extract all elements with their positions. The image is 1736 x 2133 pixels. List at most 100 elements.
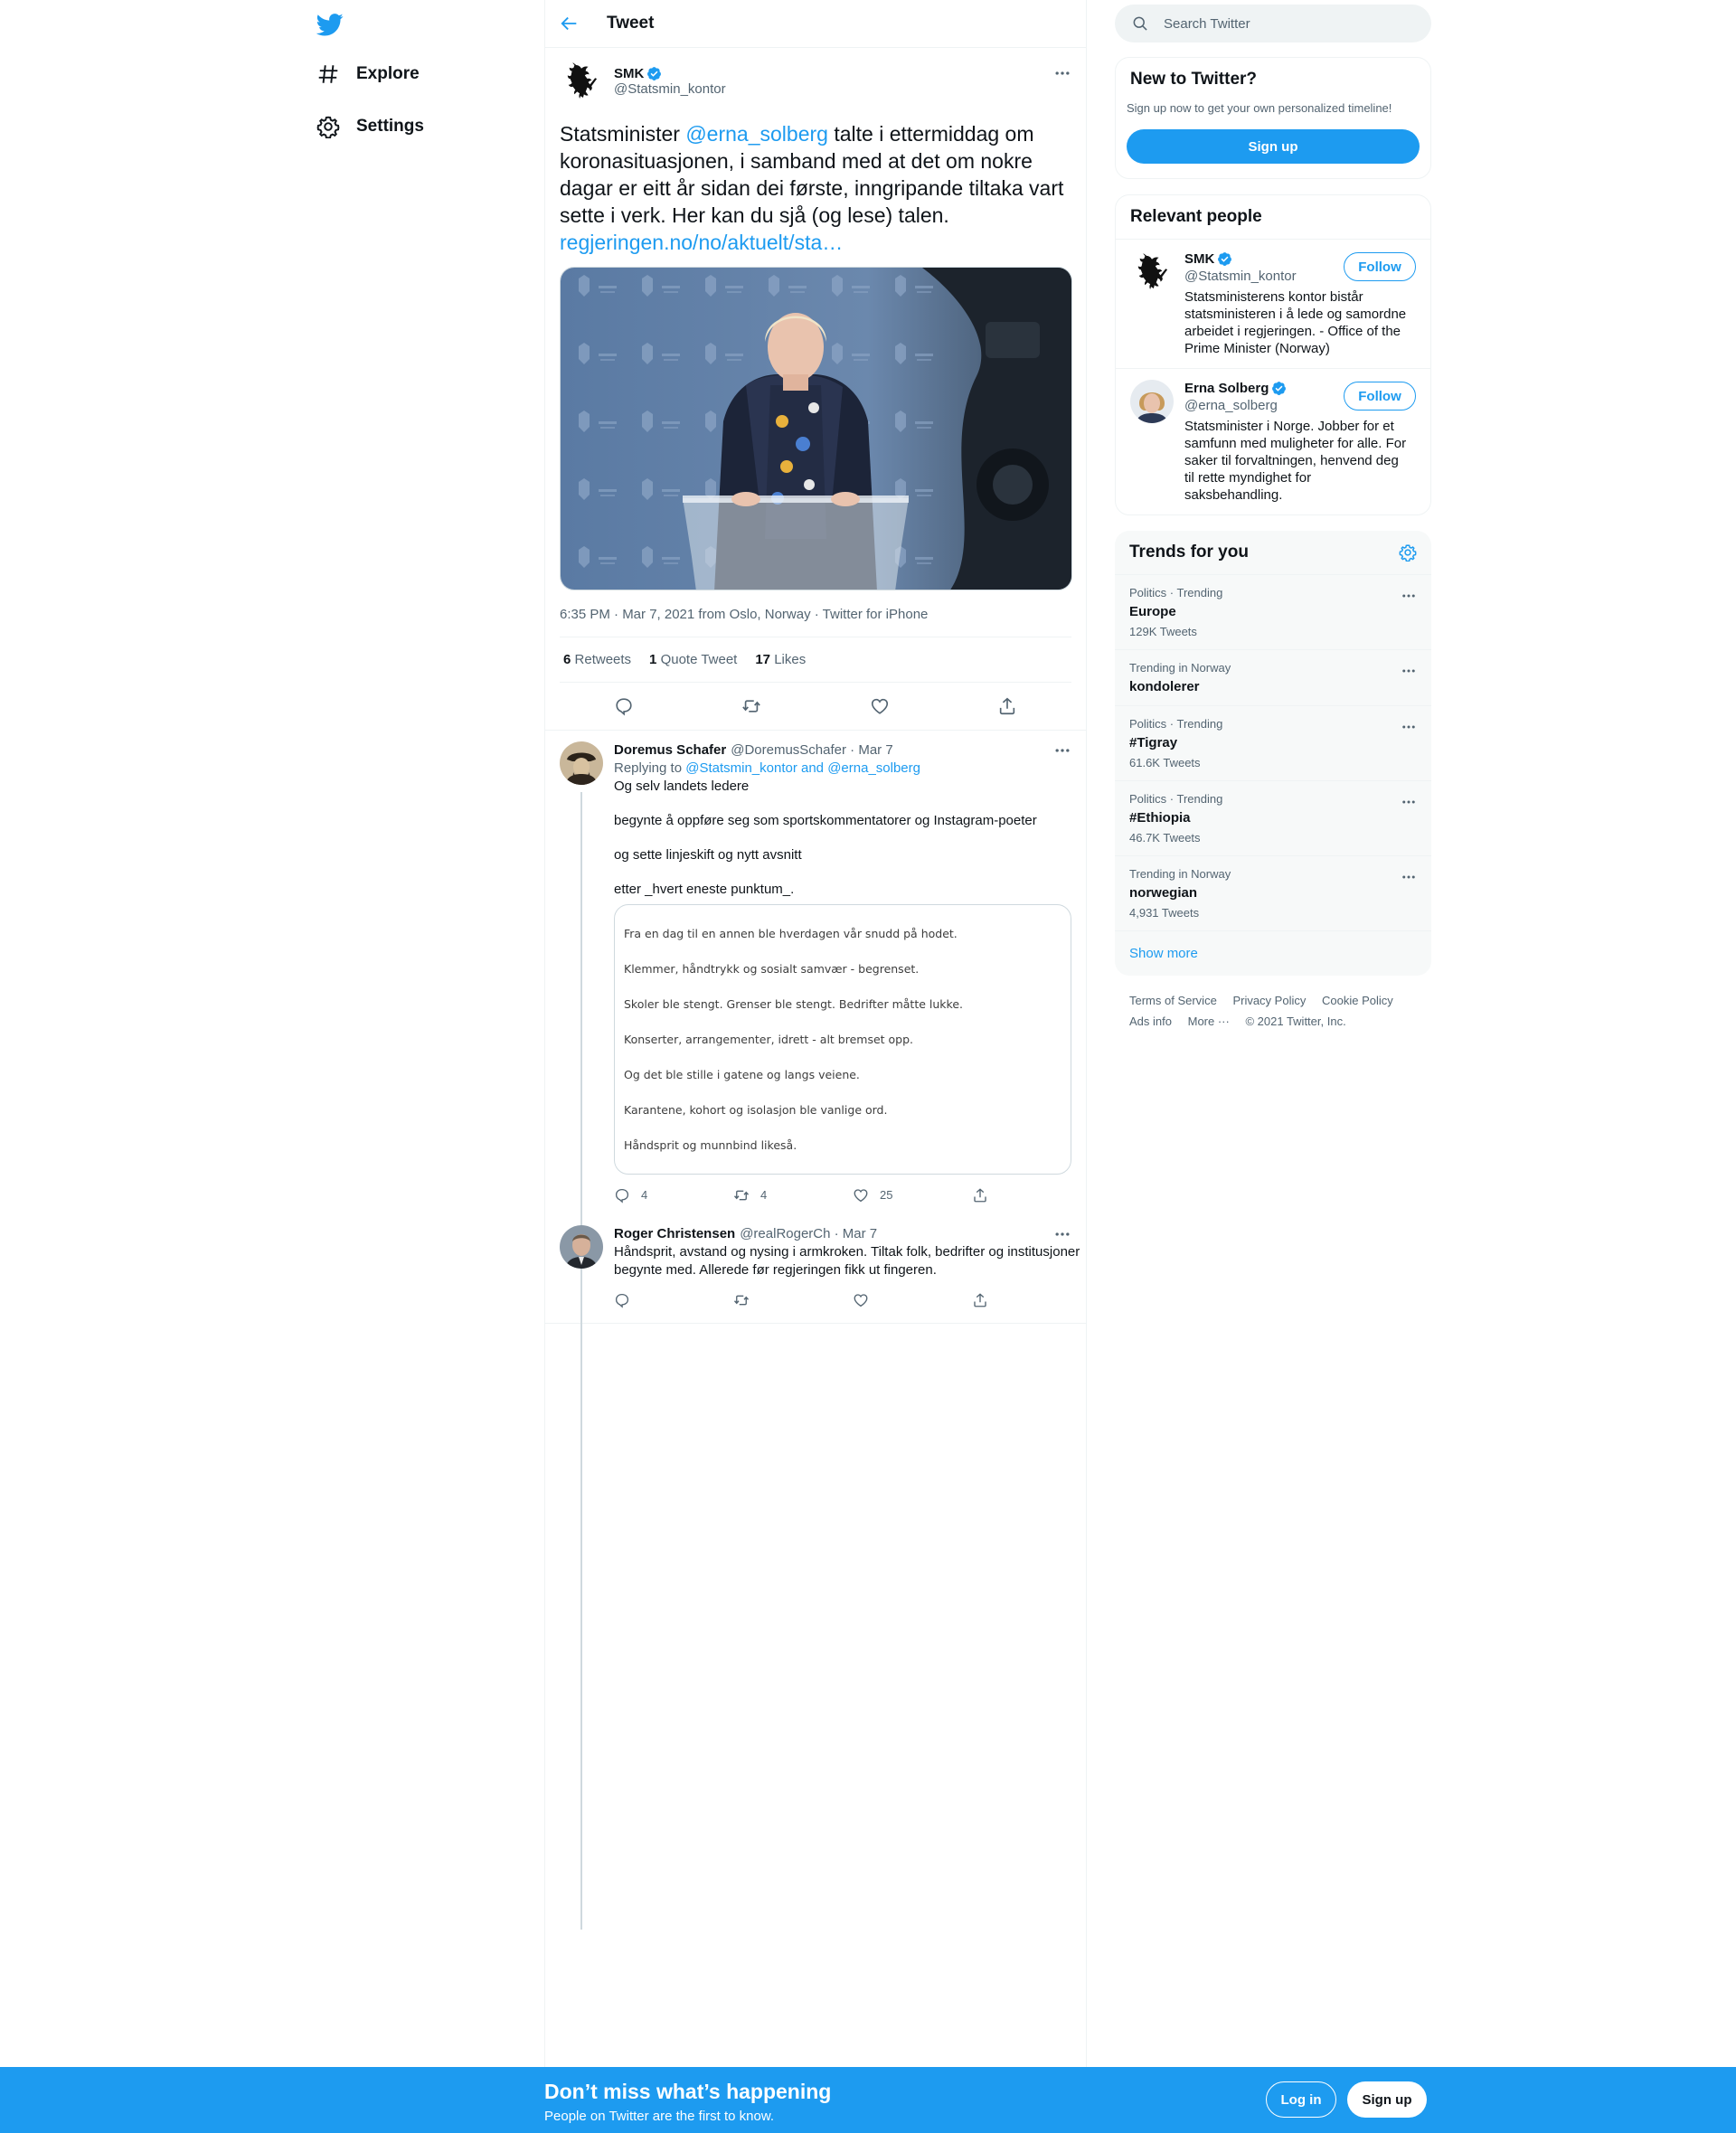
share-icon: [972, 1292, 988, 1308]
more-icon[interactable]: [1053, 1225, 1071, 1243]
nav-explore[interactable]: Explore: [316, 56, 420, 92]
avatar[interactable]: [560, 1225, 603, 1269]
retweets-stat[interactable]: 6 Retweets: [563, 652, 631, 667]
trend-item[interactable]: Politics · Trending Europe 129K Tweets: [1115, 574, 1431, 649]
main-tweet: SMK @Statsmin_kontor Statsminister @erna…: [545, 48, 1086, 730]
reply-line: etter _hvert eneste punktum_.: [614, 882, 795, 897]
footer-link[interactable]: Terms of Service: [1129, 994, 1217, 1007]
person-item[interactable]: SMK @Statsmin_kontor Statsministerens ko…: [1116, 239, 1430, 368]
retweets-count: 6: [563, 652, 571, 667]
trend-context: Politics · Trending: [1129, 717, 1223, 731]
like-button[interactable]: [853, 1292, 972, 1308]
retweet-button[interactable]: 4: [733, 1186, 853, 1204]
sign-up-button[interactable]: Sign up: [1347, 2081, 1427, 2118]
mention-link[interactable]: @erna_solberg: [685, 122, 828, 146]
reply-handle-date[interactable]: @realRogerCh · Mar 7: [740, 1225, 877, 1243]
person-name[interactable]: Erna Solberg: [1184, 380, 1269, 397]
likes-label: Likes: [774, 652, 807, 667]
author-handle[interactable]: @Statsmin_kontor: [614, 81, 726, 97]
replying-to-prefix: Replying to: [614, 760, 683, 776]
avatar[interactable]: [560, 60, 603, 103]
like-icon[interactable]: [870, 696, 890, 716]
search-bar[interactable]: Search Twitter: [1115, 5, 1431, 42]
share-icon[interactable]: [997, 696, 1017, 716]
reply-author-name[interactable]: Doremus Schafer: [614, 741, 726, 760]
author-name[interactable]: SMK: [614, 66, 644, 81]
trend-item[interactable]: Politics · Trending #Ethiopia 46.7K Twee…: [1115, 780, 1431, 855]
likes-stat[interactable]: 17 Likes: [755, 652, 806, 667]
retweet-icon: [733, 1292, 750, 1308]
retweet-button[interactable]: [733, 1292, 853, 1308]
reply-text: Håndsprit, avstand og nysing i armkroken…: [614, 1244, 1080, 1278]
reply-author-name[interactable]: Roger Christensen: [614, 1225, 735, 1243]
reply-line: Og selv landets ledere: [614, 779, 750, 794]
article-link[interactable]: regjeringen.no/no/aktuelt/sta…: [560, 231, 843, 254]
gear-icon[interactable]: [1399, 543, 1417, 562]
reply-actions: [614, 1287, 1091, 1314]
more-icon[interactable]: [1401, 588, 1417, 604]
reply-handle-date[interactable]: @DoremusSchafer · Mar 7: [731, 741, 892, 760]
reply-tweet[interactable]: Doremus Schafer @DoremusSchafer · Mar 7 …: [545, 731, 1086, 1930]
more-icon[interactable]: [1401, 794, 1417, 810]
sign-up-button[interactable]: Sign up: [1127, 129, 1420, 164]
quotes-label: Quote Tweet: [660, 652, 738, 667]
avatar[interactable]: [560, 741, 603, 785]
reply-image[interactable]: Fra en dag til en annen ble hverdagen vå…: [614, 904, 1071, 1175]
relevant-people-card: Relevant people SMK @Statsmin_kontor Sta…: [1115, 194, 1431, 515]
back-arrow-icon[interactable]: [560, 14, 580, 33]
footer-link[interactable]: Cookie Policy: [1322, 994, 1393, 1007]
main-column: Tweet SMK @Statsmin_kontor Statsminister…: [544, 0, 1087, 2067]
share-icon: [972, 1187, 988, 1203]
footer-link[interactable]: More ···: [1188, 1015, 1230, 1028]
like-button[interactable]: 25: [853, 1186, 972, 1204]
trend-count: 61.6K Tweets: [1129, 756, 1201, 769]
tweet-meta: 6:35 PM · Mar 7, 2021 from Oslo, Norway …: [560, 607, 1071, 637]
follow-button[interactable]: Follow: [1344, 382, 1416, 411]
retweet-icon[interactable]: [741, 696, 761, 716]
person-item[interactable]: Erna Solberg @erna_solberg Statsminister…: [1116, 368, 1430, 514]
search-input[interactable]: Search Twitter: [1164, 16, 1250, 32]
nav-settings[interactable]: Settings: [316, 109, 424, 145]
more-icon[interactable]: [1401, 869, 1417, 885]
more-icon[interactable]: [1401, 719, 1417, 735]
quotes-count: 1: [649, 652, 657, 667]
more-icon[interactable]: [1401, 663, 1417, 679]
share-button[interactable]: [972, 1187, 1091, 1203]
reply-tweet[interactable]: Roger Christensen @realRogerCh · Mar 7 H…: [545, 1209, 1086, 1323]
twitter-logo-icon[interactable]: [316, 11, 344, 38]
follow-button[interactable]: Follow: [1344, 252, 1416, 281]
trend-item[interactable]: Trending in Norway kondolerer: [1115, 649, 1431, 705]
tweet-photo[interactable]: [560, 267, 1072, 590]
log-in-button[interactable]: Log in: [1266, 2081, 1336, 2118]
retweet-icon: [733, 1187, 750, 1203]
trend-name: #Ethiopia: [1129, 810, 1191, 826]
reply-icon[interactable]: [614, 696, 634, 716]
footer-link[interactable]: Ads info: [1129, 1015, 1172, 1028]
quotes-stat[interactable]: 1 Quote Tweet: [649, 652, 737, 667]
replying-to-users[interactable]: @Statsmin_kontor and @erna_solberg: [685, 760, 920, 776]
person-name[interactable]: SMK: [1184, 250, 1214, 268]
replying-to: Replying to @Statsmin_kontor and @erna_s…: [614, 760, 1091, 778]
footer-link[interactable]: Privacy Policy: [1232, 994, 1306, 1007]
retweets-label: Retweets: [574, 652, 632, 667]
share-button[interactable]: [972, 1292, 1091, 1308]
reply-button[interactable]: 4: [614, 1186, 733, 1204]
verified-icon: [1271, 381, 1287, 396]
avatar[interactable]: [1130, 380, 1174, 423]
show-more-link[interactable]: Show more: [1115, 930, 1431, 976]
trend-item[interactable]: Trending in Norway norwegian 4,931 Tweet…: [1115, 855, 1431, 930]
like-icon: [853, 1187, 869, 1203]
avatar[interactable]: [1130, 250, 1174, 294]
bottom-bar-subtitle: People on Twitter are the first to know.: [544, 2109, 775, 2124]
copyright: © 2021 Twitter, Inc.: [1245, 1015, 1346, 1028]
image-text-line: Fra en dag til en annen ble hverdagen vå…: [624, 927, 958, 940]
more-icon[interactable]: [1053, 64, 1071, 82]
image-text-line: Håndsprit og munnbind likeså.: [624, 1138, 797, 1152]
reply-line: begynte å oppføre seg som sportskommenta…: [614, 813, 1037, 828]
more-icon[interactable]: [1053, 741, 1071, 760]
hashtag-icon: [316, 62, 340, 86]
reply-button[interactable]: [614, 1292, 733, 1308]
reply-icon: [614, 1187, 630, 1203]
trend-item[interactable]: Politics · Trending #Tigray 61.6K Tweets: [1115, 705, 1431, 780]
tweet-stats: 6 Retweets 1 Quote Tweet 17 Likes: [560, 637, 1071, 683]
